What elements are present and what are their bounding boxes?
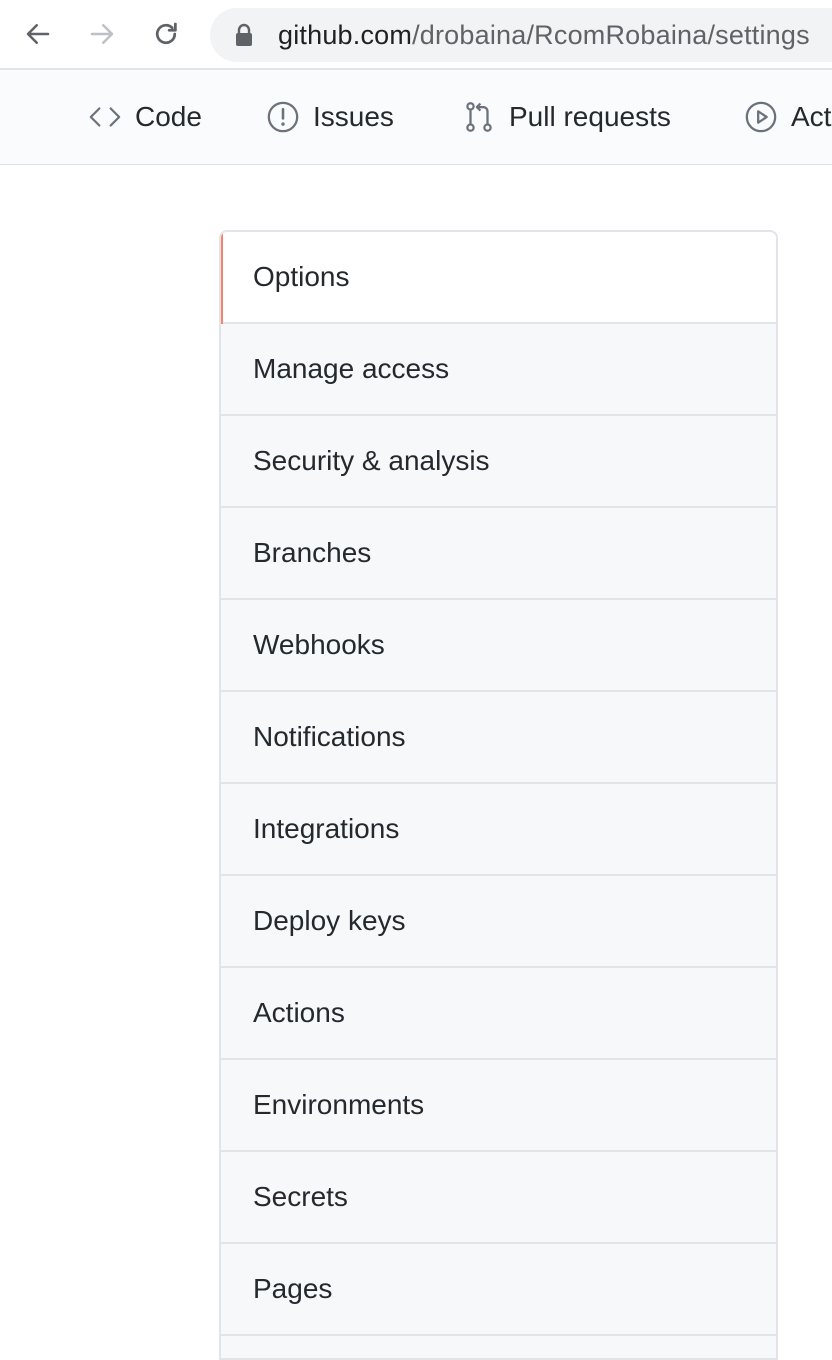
menu-item-secrets[interactable]: Secrets bbox=[221, 1152, 776, 1244]
arrow-right-icon bbox=[90, 24, 114, 44]
pull-request-icon bbox=[466, 102, 492, 132]
settings-menu: Options Manage access Security & analysi… bbox=[219, 230, 778, 1360]
arrow-left-icon bbox=[26, 24, 50, 44]
menu-item-notifications[interactable]: Notifications bbox=[221, 692, 776, 784]
tab-code[interactable]: Code bbox=[88, 96, 202, 138]
menu-item-branches[interactable]: Branches bbox=[221, 508, 776, 600]
menu-item-actions[interactable]: Actions bbox=[221, 968, 776, 1060]
menu-item-security-analysis[interactable]: Security & analysis bbox=[221, 416, 776, 508]
browser-toolbar: github.com/drobaina/RcomRobaina/settings bbox=[0, 0, 832, 70]
reload-button[interactable] bbox=[146, 14, 186, 54]
address-bar[interactable]: github.com/drobaina/RcomRobaina/settings bbox=[210, 8, 832, 62]
issue-icon bbox=[267, 101, 299, 133]
tab-issues-label: Issues bbox=[313, 101, 394, 132]
play-icon bbox=[745, 101, 777, 133]
lock-icon bbox=[234, 23, 256, 47]
menu-item-webhooks[interactable]: Webhooks bbox=[221, 600, 776, 692]
url-path: /drobaina/RcomRobaina/settings bbox=[412, 19, 810, 50]
tab-pull-requests-label: Pull requests bbox=[509, 101, 671, 132]
menu-item-deploy-keys[interactable]: Deploy keys bbox=[221, 876, 776, 968]
tab-actions-label: Actions bbox=[791, 101, 832, 132]
back-button[interactable] bbox=[18, 14, 58, 54]
tab-code-label: Code bbox=[135, 101, 202, 132]
menu-item-options[interactable]: Options bbox=[221, 232, 776, 324]
tab-actions[interactable]: Actions bbox=[744, 96, 832, 138]
repo-nav: Code Issues Pull requests Actions bbox=[0, 70, 832, 165]
menu-item-integrations[interactable]: Integrations bbox=[221, 784, 776, 876]
tab-pull-requests[interactable]: Pull requests bbox=[462, 96, 671, 138]
menu-item-manage-access[interactable]: Manage access bbox=[221, 324, 776, 416]
code-icon bbox=[89, 107, 121, 127]
menu-item-pages[interactable]: Pages bbox=[221, 1244, 776, 1336]
menu-item-environments[interactable]: Environments bbox=[221, 1060, 776, 1152]
url-text: github.com/drobaina/RcomRobaina/settings bbox=[278, 20, 810, 51]
reload-icon bbox=[155, 22, 177, 45]
tab-issues[interactable]: Issues bbox=[266, 96, 394, 138]
forward-button[interactable] bbox=[82, 14, 122, 54]
url-host: github.com bbox=[278, 19, 413, 50]
